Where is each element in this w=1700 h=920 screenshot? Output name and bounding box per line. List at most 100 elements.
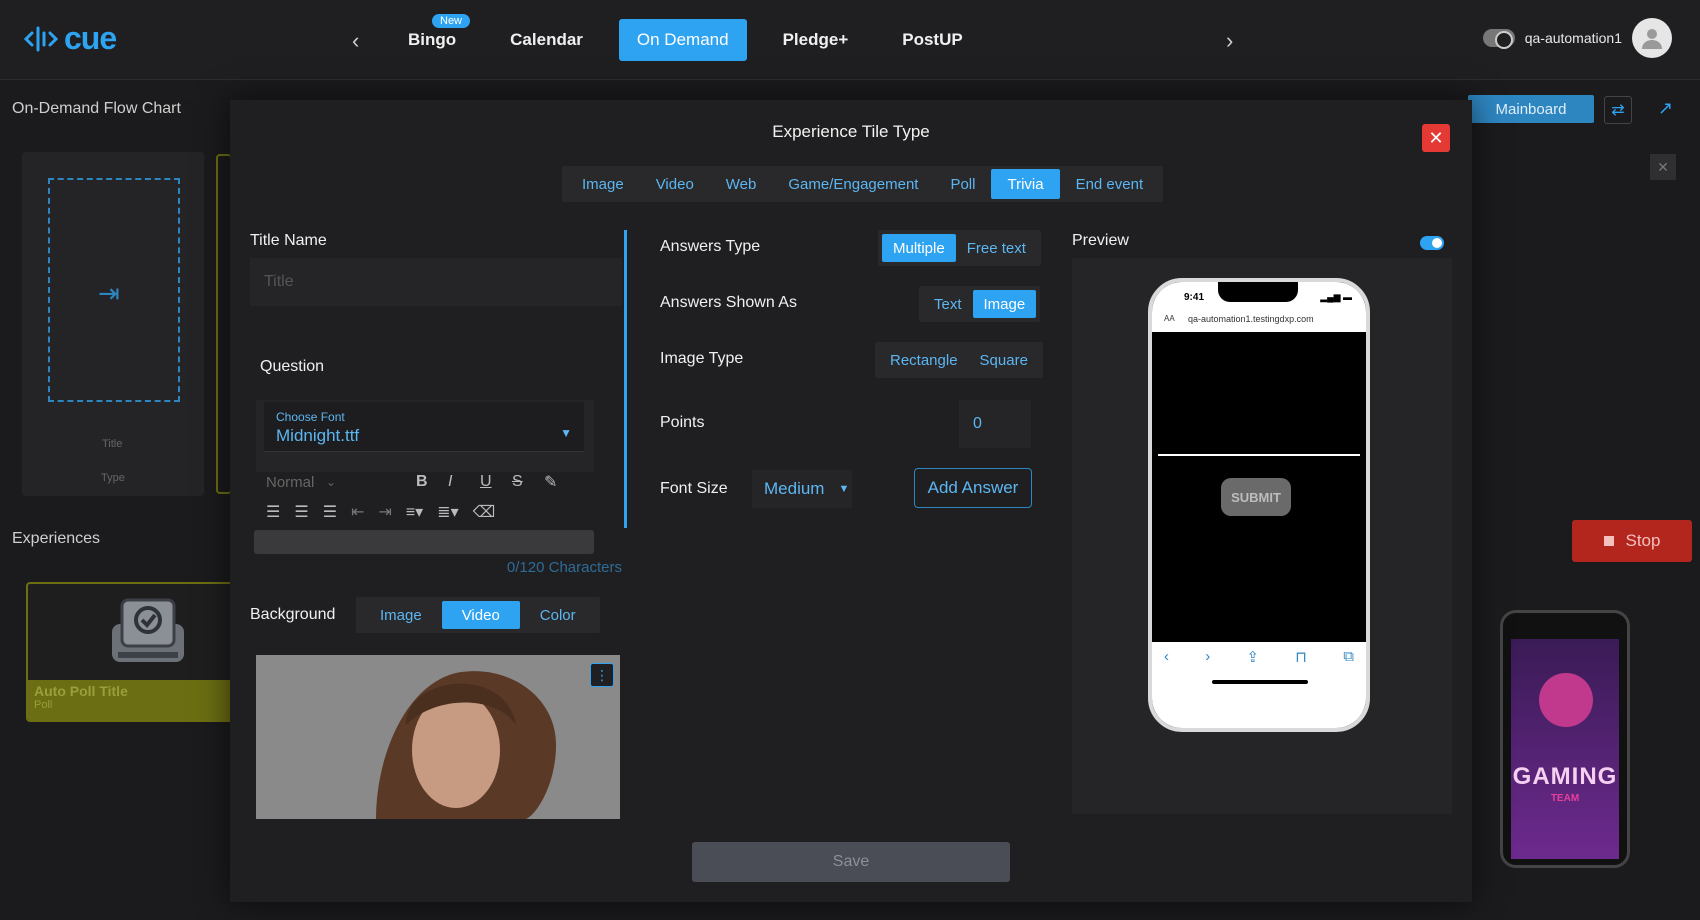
bullet-list-icon[interactable]: ≣▾ [437, 502, 458, 522]
image-type-segment: Rectangle Square [875, 342, 1043, 378]
phone-url: qa-automation1.testingdxp.com [1188, 314, 1314, 324]
nav-item-bingo[interactable]: New Bingo [390, 14, 474, 61]
theme-toggle[interactable] [1482, 29, 1515, 49]
stop-label: Stop [1625, 531, 1661, 550]
background-label: Background [250, 606, 336, 623]
points-label: Points [660, 414, 705, 431]
title-input[interactable]: Title [250, 258, 622, 306]
avatar[interactable] [1632, 18, 1672, 58]
phone-time: 9:41 [1184, 292, 1205, 303]
background-type-segment: Image Video Color [356, 597, 600, 633]
main-nav: New Bingo Calendar On Demand Pledge+ Pos… [390, 14, 981, 61]
card-type-label: Type [101, 472, 125, 484]
nav-item-postup[interactable]: PostUP [884, 19, 980, 61]
nav-item-pledge[interactable]: Pledge+ [765, 19, 867, 61]
flow-chart-title: On-Demand Flow Chart [12, 100, 181, 117]
nav-item-label: Calendar [510, 30, 583, 49]
answers-type-free-text[interactable]: Free text [956, 234, 1037, 262]
answers-shown-image[interactable]: Image [972, 290, 1037, 318]
preview-toggle[interactable] [1420, 236, 1444, 250]
tab-game-engagement[interactable]: Game/Engagement [772, 169, 934, 199]
mini-phone-screen [1511, 639, 1619, 859]
modal-close-icon[interactable]: ✕ [1422, 124, 1450, 152]
answers-type-multiple[interactable]: Multiple [882, 234, 956, 262]
font-size-label: Font Size [660, 480, 728, 497]
poll-checkmark-icon [112, 598, 184, 662]
font-value: Midnight.ttf [276, 426, 360, 445]
underline-icon[interactable]: U [480, 473, 512, 491]
nav-item-calendar[interactable]: Calendar [492, 19, 601, 61]
tabs-icon: ⧉ [1343, 648, 1354, 665]
bold-icon[interactable]: B [416, 473, 448, 491]
nav-next-arrow-icon[interactable]: › [1226, 28, 1233, 54]
stop-icon [1603, 536, 1614, 546]
dropdown-caret-icon: ▼ [560, 426, 572, 440]
external-link-icon[interactable]: ↗ [1658, 98, 1673, 119]
answers-type-segment: Multiple Free text [878, 230, 1041, 266]
align-left-icon[interactable]: ☰ [266, 502, 280, 522]
bg-option-video[interactable]: Video [441, 601, 520, 629]
save-button[interactable]: Save [692, 842, 1010, 882]
signal-battery-icon: ▂▄▆ ▬ [1320, 292, 1352, 302]
add-answer-button[interactable]: Add Answer [914, 468, 1032, 508]
ordered-list-icon[interactable]: ≡▾ [406, 502, 423, 522]
poll-card-footer: Auto Poll Title Poll [28, 680, 234, 720]
italic-icon[interactable]: I [448, 473, 480, 491]
enter-arrow-icon: ⇥ [98, 278, 120, 308]
tab-image[interactable]: Image [566, 169, 640, 199]
text-style-select[interactable]: Normal [266, 474, 326, 491]
answers-shown-text[interactable]: Text [923, 290, 973, 318]
nav-item-label: On Demand [636, 30, 729, 49]
card-title-label: Title [102, 438, 123, 450]
background-video-thumbnail[interactable]: ⋮ [256, 655, 620, 819]
user-menu[interactable]: qa-automation1 [1482, 18, 1672, 58]
nav-item-on-demand[interactable]: On Demand [618, 19, 747, 61]
phone-notch [1218, 282, 1298, 302]
left-column-scrollbar[interactable] [624, 230, 627, 528]
tab-end-event[interactable]: End event [1060, 169, 1160, 199]
question-editor[interactable] [254, 530, 594, 554]
text-style-chevron-icon[interactable]: ⌄ [326, 475, 416, 489]
forward-icon: › [1205, 648, 1211, 665]
mainboard-button[interactable]: Mainboard [1468, 95, 1594, 123]
answers-shown-label: Answers Shown As [660, 294, 797, 311]
align-center-icon[interactable]: ☰ [294, 502, 308, 522]
poll-experience-card[interactable]: Auto Poll Title Poll [26, 582, 236, 722]
swap-icon[interactable]: ⇄ [1604, 96, 1632, 124]
tab-video[interactable]: Video [640, 169, 710, 199]
mini-phone-team-text: TEAM [1550, 793, 1580, 804]
preview-label: Preview [1072, 232, 1129, 249]
phone-preview: 9:41 ▂▄▆ ▬ AA qa-automation1.testingdxp.… [1148, 278, 1370, 732]
gaming-mascot-icon [1539, 673, 1593, 727]
tab-poll[interactable]: Poll [934, 169, 991, 199]
dropdown-caret-icon: ▼ [838, 483, 850, 495]
image-type-square[interactable]: Square [969, 346, 1039, 374]
bg-option-color[interactable]: Color [520, 601, 596, 629]
modal-title: Experience Tile Type [772, 122, 930, 141]
clear-format-icon[interactable]: ⌫ [473, 502, 496, 522]
tile-type-tabs: Image Video Web Game/Engagement Poll Tri… [562, 166, 1164, 202]
font-size-select[interactable]: Medium ▼ [752, 470, 852, 508]
tab-web[interactable]: Web [710, 169, 773, 199]
highlight-icon[interactable]: ✎ [544, 472, 576, 492]
image-type-rectangle[interactable]: Rectangle [879, 346, 969, 374]
bg-option-image[interactable]: Image [360, 601, 442, 629]
outdent-icon[interactable]: ⇤ [351, 502, 364, 522]
strikethrough-icon[interactable]: S [512, 473, 544, 491]
panel-close-icon[interactable]: ✕ [1650, 154, 1676, 180]
top-navigation-bar: cue ‹ New Bingo Calendar On Demand Pledg… [0, 0, 1700, 80]
share-icon: ⇪ [1246, 649, 1260, 666]
align-right-icon[interactable]: ☰ [323, 502, 337, 522]
preview-area: 9:41 ▂▄▆ ▬ AA qa-automation1.testingdxp.… [1072, 258, 1452, 814]
stop-button[interactable]: Stop [1572, 520, 1692, 562]
phone-aa: AA [1164, 314, 1175, 323]
answers-type-label: Answers Type [660, 238, 761, 255]
cue-logo[interactable]: cue [24, 20, 117, 57]
more-options-icon[interactable]: ⋮ [590, 663, 614, 687]
points-input[interactable]: 0 [959, 400, 1031, 448]
nav-prev-arrow-icon[interactable]: ‹ [352, 28, 359, 54]
image-type-label: Image Type [660, 350, 744, 367]
tab-trivia[interactable]: Trivia [991, 169, 1060, 199]
font-select[interactable]: Choose Font Midnight.ttf ▼ [264, 402, 584, 452]
indent-icon[interactable]: ⇥ [378, 502, 391, 522]
